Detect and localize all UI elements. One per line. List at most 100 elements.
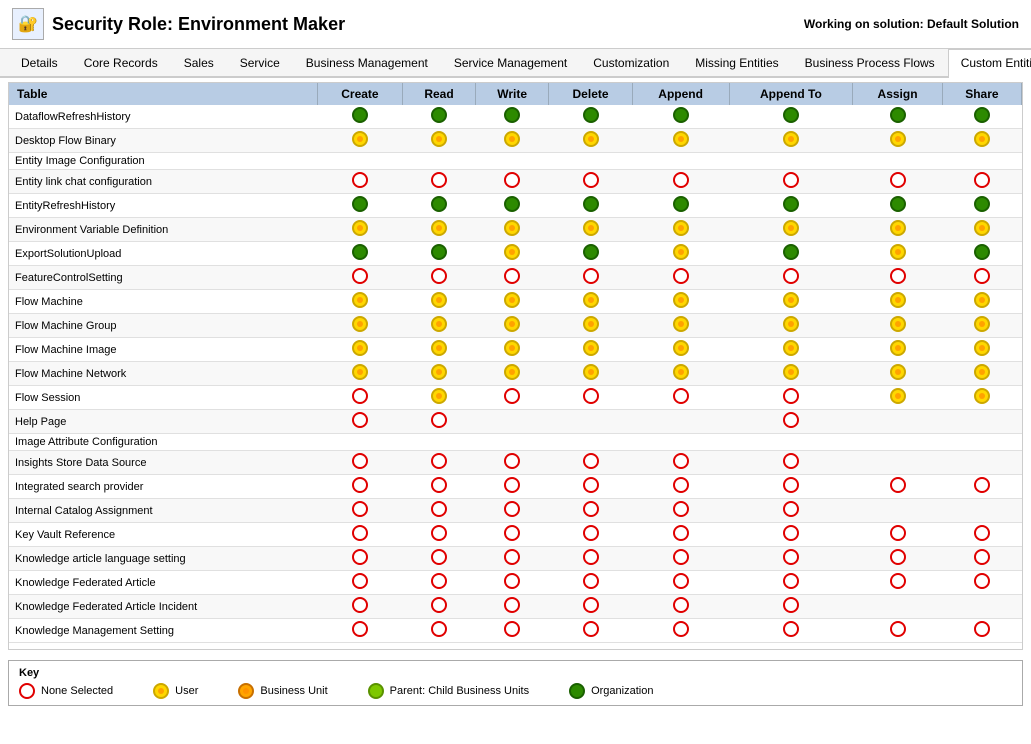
cell-append[interactable] (632, 129, 729, 153)
cell-write[interactable] (475, 153, 549, 170)
cell-create[interactable] (317, 314, 402, 338)
cell-appendTo[interactable] (729, 547, 853, 571)
cell-share[interactable] (942, 338, 1021, 362)
cell-assign[interactable] (853, 475, 943, 499)
cell-create[interactable] (317, 105, 402, 129)
cell-write[interactable] (475, 386, 549, 410)
cell-create[interactable] (317, 499, 402, 523)
cell-share[interactable] (942, 410, 1021, 434)
tab-sales[interactable]: Sales (171, 49, 227, 76)
cell-assign[interactable] (853, 571, 943, 595)
cell-write[interactable] (475, 194, 549, 218)
tab-service[interactable]: Service (227, 49, 293, 76)
cell-delete[interactable] (549, 434, 632, 451)
cell-read[interactable] (403, 571, 476, 595)
cell-assign[interactable] (853, 129, 943, 153)
cell-read[interactable] (403, 338, 476, 362)
cell-appendTo[interactable] (729, 266, 853, 290)
cell-assign[interactable] (853, 386, 943, 410)
cell-appendTo[interactable] (729, 290, 853, 314)
cell-read[interactable] (403, 242, 476, 266)
cell-delete[interactable] (549, 451, 632, 475)
cell-share[interactable] (942, 105, 1021, 129)
cell-create[interactable] (317, 266, 402, 290)
cell-share[interactable] (942, 547, 1021, 571)
cell-assign[interactable] (853, 410, 943, 434)
cell-assign[interactable] (853, 619, 943, 643)
cell-assign[interactable] (853, 434, 943, 451)
tab-missing-entities[interactable]: Missing Entities (682, 49, 791, 76)
cell-appendTo[interactable] (729, 523, 853, 547)
cell-appendTo[interactable] (729, 314, 853, 338)
cell-write[interactable] (475, 523, 549, 547)
cell-appendTo[interactable] (729, 362, 853, 386)
cell-appendTo[interactable] (729, 153, 853, 170)
cell-write[interactable] (475, 314, 549, 338)
cell-append[interactable] (632, 105, 729, 129)
cell-create[interactable] (317, 451, 402, 475)
cell-create[interactable] (317, 194, 402, 218)
cell-append[interactable] (632, 434, 729, 451)
cell-create[interactable] (317, 338, 402, 362)
cell-write[interactable] (475, 547, 549, 571)
cell-appendTo[interactable] (729, 571, 853, 595)
cell-appendTo[interactable] (729, 218, 853, 242)
cell-appendTo[interactable] (729, 434, 853, 451)
cell-appendTo[interactable] (729, 475, 853, 499)
cell-share[interactable] (942, 170, 1021, 194)
cell-delete[interactable] (549, 619, 632, 643)
cell-create[interactable] (317, 290, 402, 314)
cell-write[interactable] (475, 362, 549, 386)
data-table-container[interactable]: TableCreateReadWriteDeleteAppendAppend T… (8, 82, 1023, 650)
cell-append[interactable] (632, 475, 729, 499)
cell-write[interactable] (475, 170, 549, 194)
cell-read[interactable] (403, 386, 476, 410)
cell-append[interactable] (632, 410, 729, 434)
cell-read[interactable] (403, 499, 476, 523)
cell-delete[interactable] (549, 571, 632, 595)
cell-assign[interactable] (853, 362, 943, 386)
cell-appendTo[interactable] (729, 595, 853, 619)
cell-write[interactable] (475, 571, 549, 595)
cell-append[interactable] (632, 314, 729, 338)
cell-share[interactable] (942, 153, 1021, 170)
cell-appendTo[interactable] (729, 242, 853, 266)
cell-write[interactable] (475, 595, 549, 619)
cell-read[interactable] (403, 619, 476, 643)
cell-appendTo[interactable] (729, 129, 853, 153)
cell-read[interactable] (403, 451, 476, 475)
cell-delete[interactable] (549, 386, 632, 410)
tab-details[interactable]: Details (8, 49, 71, 76)
cell-assign[interactable] (853, 153, 943, 170)
cell-write[interactable] (475, 499, 549, 523)
cell-append[interactable] (632, 242, 729, 266)
cell-append[interactable] (632, 266, 729, 290)
cell-delete[interactable] (549, 475, 632, 499)
cell-assign[interactable] (853, 451, 943, 475)
cell-share[interactable] (942, 499, 1021, 523)
tab-business-process-flows[interactable]: Business Process Flows (792, 49, 948, 76)
cell-share[interactable] (942, 314, 1021, 338)
cell-appendTo[interactable] (729, 338, 853, 362)
cell-append[interactable] (632, 595, 729, 619)
cell-delete[interactable] (549, 242, 632, 266)
cell-assign[interactable] (853, 290, 943, 314)
cell-assign[interactable] (853, 314, 943, 338)
cell-append[interactable] (632, 170, 729, 194)
cell-delete[interactable] (549, 266, 632, 290)
cell-write[interactable] (475, 619, 549, 643)
cell-assign[interactable] (853, 242, 943, 266)
cell-read[interactable] (403, 523, 476, 547)
cell-share[interactable] (942, 194, 1021, 218)
cell-create[interactable] (317, 619, 402, 643)
cell-delete[interactable] (549, 105, 632, 129)
cell-appendTo[interactable] (729, 386, 853, 410)
cell-append[interactable] (632, 194, 729, 218)
cell-write[interactable] (475, 242, 549, 266)
cell-write[interactable] (475, 290, 549, 314)
cell-append[interactable] (632, 571, 729, 595)
cell-create[interactable] (317, 571, 402, 595)
cell-write[interactable] (475, 266, 549, 290)
cell-append[interactable] (632, 619, 729, 643)
cell-share[interactable] (942, 129, 1021, 153)
